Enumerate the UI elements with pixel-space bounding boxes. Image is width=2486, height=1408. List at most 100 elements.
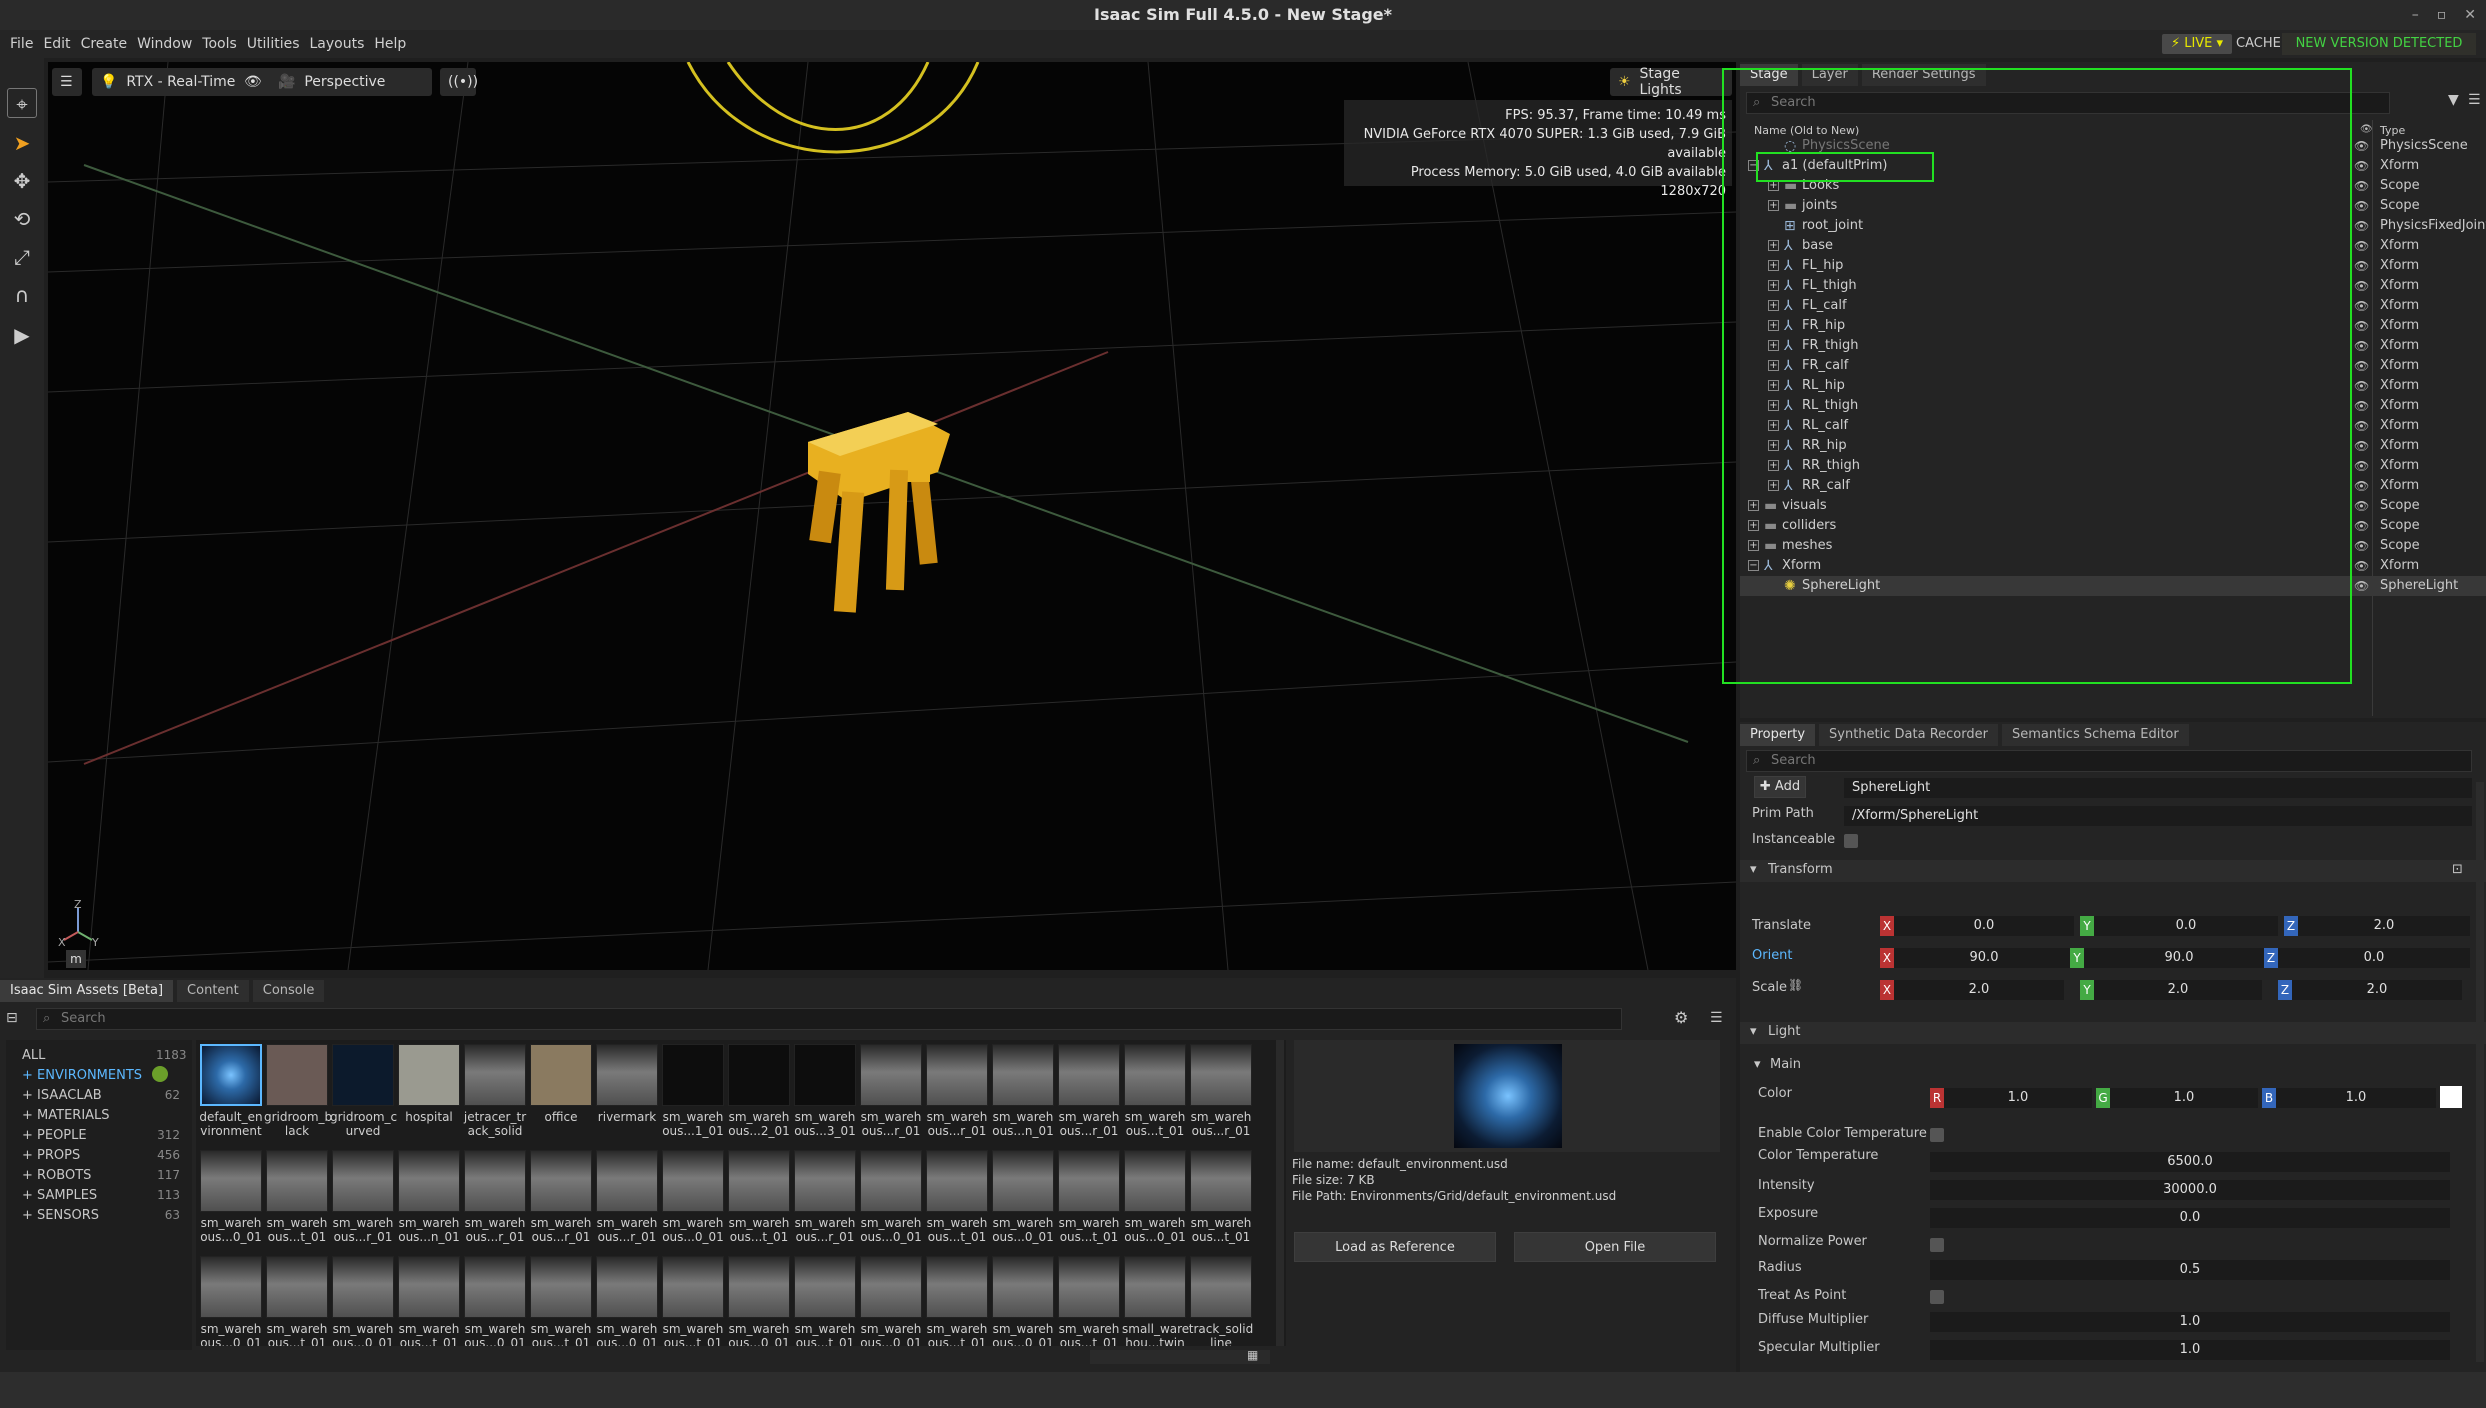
color-b-field[interactable]: 1.0 xyxy=(2276,1088,2436,1108)
color-g-field[interactable]: 1.0 xyxy=(2110,1088,2258,1108)
visibility-eye-icon[interactable]: 👁 xyxy=(2354,136,2369,156)
stage-lights-button[interactable]: ☀ Stage Lights xyxy=(1610,66,1732,98)
stage-options-icon[interactable]: ☰ xyxy=(2468,92,2481,108)
close-icon[interactable]: ✕ xyxy=(2464,7,2476,23)
tab-isaac-assets[interactable]: Isaac Sim Assets [Beta] xyxy=(0,980,174,1002)
asset-thumbnail[interactable] xyxy=(266,1044,328,1106)
move-icon[interactable]: ✥ xyxy=(7,166,37,196)
asset-thumbnail[interactable] xyxy=(1058,1256,1120,1318)
tab-console[interactable]: Console xyxy=(252,980,325,1002)
translate-x-field[interactable]: 0.0 xyxy=(1894,916,2074,936)
live-button[interactable]: ⚡ LIVE ▾ xyxy=(2162,34,2232,54)
select-arrow-icon[interactable]: ➤ xyxy=(7,128,37,158)
asset-thumbnail[interactable] xyxy=(200,1256,262,1318)
asset-thumbnail[interactable] xyxy=(1124,1150,1186,1212)
menu-create[interactable]: Create xyxy=(81,36,128,52)
visibility-eye-icon[interactable]: 👁 xyxy=(2354,416,2369,436)
category-people[interactable]: + PEOPLE xyxy=(22,1128,87,1143)
link-scale-icon[interactable]: ⛓ xyxy=(1788,978,1803,992)
color-temp-field[interactable]: 6500.0 xyxy=(1930,1152,2450,1172)
list-view-icon[interactable]: ☰ xyxy=(1710,1010,1723,1026)
maximize-icon[interactable]: ▫ xyxy=(2437,7,2447,23)
menu-edit[interactable]: Edit xyxy=(43,36,70,52)
asset-thumbnail[interactable] xyxy=(398,1256,460,1318)
main-subsection-header[interactable]: ▾ Main xyxy=(1746,1056,2486,1076)
gear-icon[interactable]: ⚙ xyxy=(1674,1008,1688,1027)
units-badge[interactable]: m xyxy=(66,950,86,968)
asset-thumbnail[interactable] xyxy=(332,1044,394,1106)
scale-y-field[interactable]: 2.0 xyxy=(2094,980,2262,1000)
viewport-settings-button[interactable]: ☰ xyxy=(52,68,82,96)
visibility-eye-icon[interactable]: 👁 xyxy=(2354,376,2369,396)
visibility-eye-icon[interactable]: 👁 xyxy=(2354,516,2369,536)
asset-thumbnail[interactable] xyxy=(1124,1256,1186,1318)
visibility-eye-icon[interactable]: 👁 xyxy=(2354,176,2369,196)
visibility-eye-icon[interactable]: 👁 xyxy=(2354,576,2369,596)
category-samples[interactable]: + SAMPLES xyxy=(22,1188,97,1203)
menu-tools[interactable]: Tools xyxy=(202,36,237,52)
scale-icon[interactable]: ⤢ xyxy=(7,242,37,272)
asset-thumbnail[interactable] xyxy=(266,1256,328,1318)
asset-thumbnail[interactable] xyxy=(464,1150,526,1212)
asset-thumbnail[interactable] xyxy=(200,1044,262,1106)
asset-thumbnail[interactable] xyxy=(332,1150,394,1212)
category-isaaclab[interactable]: + ISAACLAB xyxy=(22,1088,102,1103)
orient-y-field[interactable]: 90.0 xyxy=(2084,948,2274,968)
asset-thumbnail[interactable] xyxy=(1058,1150,1120,1212)
asset-thumbnail[interactable] xyxy=(926,1150,988,1212)
asset-thumbnail[interactable] xyxy=(596,1044,658,1106)
radius-field[interactable]: 0.5 xyxy=(1930,1260,2450,1280)
asset-thumbnail[interactable] xyxy=(596,1256,658,1318)
menu-layouts[interactable]: Layouts xyxy=(310,36,365,52)
translate-z-field[interactable]: 2.0 xyxy=(2298,916,2470,936)
menu-utilities[interactable]: Utilities xyxy=(247,36,300,52)
asset-thumbnail[interactable] xyxy=(1190,1256,1252,1318)
asset-thumbnail[interactable] xyxy=(464,1256,526,1318)
visibility-eye-icon[interactable]: 👁 xyxy=(2354,456,2369,476)
assets-search-input[interactable]: ⌕ Search xyxy=(36,1008,1622,1030)
instanceable-checkbox[interactable] xyxy=(1844,834,1858,848)
asset-thumbnail[interactable] xyxy=(200,1150,262,1212)
asset-thumbnail[interactable] xyxy=(398,1044,460,1106)
asset-thumbnail[interactable] xyxy=(794,1150,856,1212)
camera-button[interactable]: 🎥 Perspective xyxy=(270,68,432,96)
open-file-button[interactable]: Open File xyxy=(1514,1232,1716,1262)
scale-x-field[interactable]: 2.0 xyxy=(1894,980,2064,1000)
prim-path-field[interactable]: /Xform/SphereLight xyxy=(1844,806,2472,826)
property-search-input[interactable]: ⌕ Search xyxy=(1746,750,2472,772)
visibility-eye-icon[interactable]: 👁 xyxy=(2354,316,2369,336)
asset-thumbnail[interactable] xyxy=(992,1044,1054,1106)
minimize-icon[interactable]: – xyxy=(2412,7,2419,23)
visibility-eye-icon[interactable]: 👁 xyxy=(2354,156,2369,176)
play-icon[interactable]: ▶ xyxy=(7,320,37,350)
asset-thumbnail[interactable] xyxy=(728,1150,790,1212)
visibility-eye-icon[interactable]: 👁 xyxy=(2354,436,2369,456)
asset-thumbnail[interactable] xyxy=(596,1150,658,1212)
property-scrollbar[interactable] xyxy=(2476,782,2484,1362)
visibility-eye-icon[interactable]: 👁 xyxy=(2354,476,2369,496)
transform-section-header[interactable]: ▾ Transform ⊡ xyxy=(1740,860,2486,882)
viewport[interactable]: Z Y X ☰ 💡 RTX - Real-Time 👁 🎥 Perspectiv… xyxy=(48,62,1736,970)
visibility-eye-icon[interactable]: 👁 xyxy=(2354,556,2369,576)
category-all[interactable]: ALL xyxy=(22,1048,45,1063)
diffuse-multiplier-field[interactable]: 1.0 xyxy=(1930,1312,2450,1332)
color-swatch[interactable] xyxy=(2440,1086,2462,1108)
add-button[interactable]: ✚ Add xyxy=(1754,776,1806,798)
visibility-eye-icon[interactable]: 👁 xyxy=(2354,536,2369,556)
visibility-eye-icon[interactable]: 👁 xyxy=(2354,356,2369,376)
menu-help[interactable]: Help xyxy=(374,36,406,52)
visibility-eye-icon[interactable]: 👁 xyxy=(2354,236,2369,256)
asset-thumbnail[interactable] xyxy=(332,1256,394,1318)
snap-icon[interactable]: ∩ xyxy=(7,280,37,310)
asset-thumbnail[interactable] xyxy=(728,1044,790,1106)
color-r-field[interactable]: 1.0 xyxy=(1944,1088,2092,1108)
visibility-eye-icon[interactable]: 👁 xyxy=(2354,296,2369,316)
asset-thumbnail[interactable] xyxy=(398,1150,460,1212)
asset-thumbnail[interactable] xyxy=(1190,1044,1252,1106)
asset-thumbnail[interactable] xyxy=(464,1044,526,1106)
new-version-badge[interactable]: NEW VERSION DETECTED xyxy=(2282,33,2476,55)
visibility-eye-icon[interactable]: 👁 xyxy=(2354,196,2369,216)
asset-thumbnail[interactable] xyxy=(266,1150,328,1212)
tab-property[interactable]: Property xyxy=(1740,724,1816,746)
grid-view-icon[interactable]: ▦ xyxy=(1247,1348,1258,1362)
